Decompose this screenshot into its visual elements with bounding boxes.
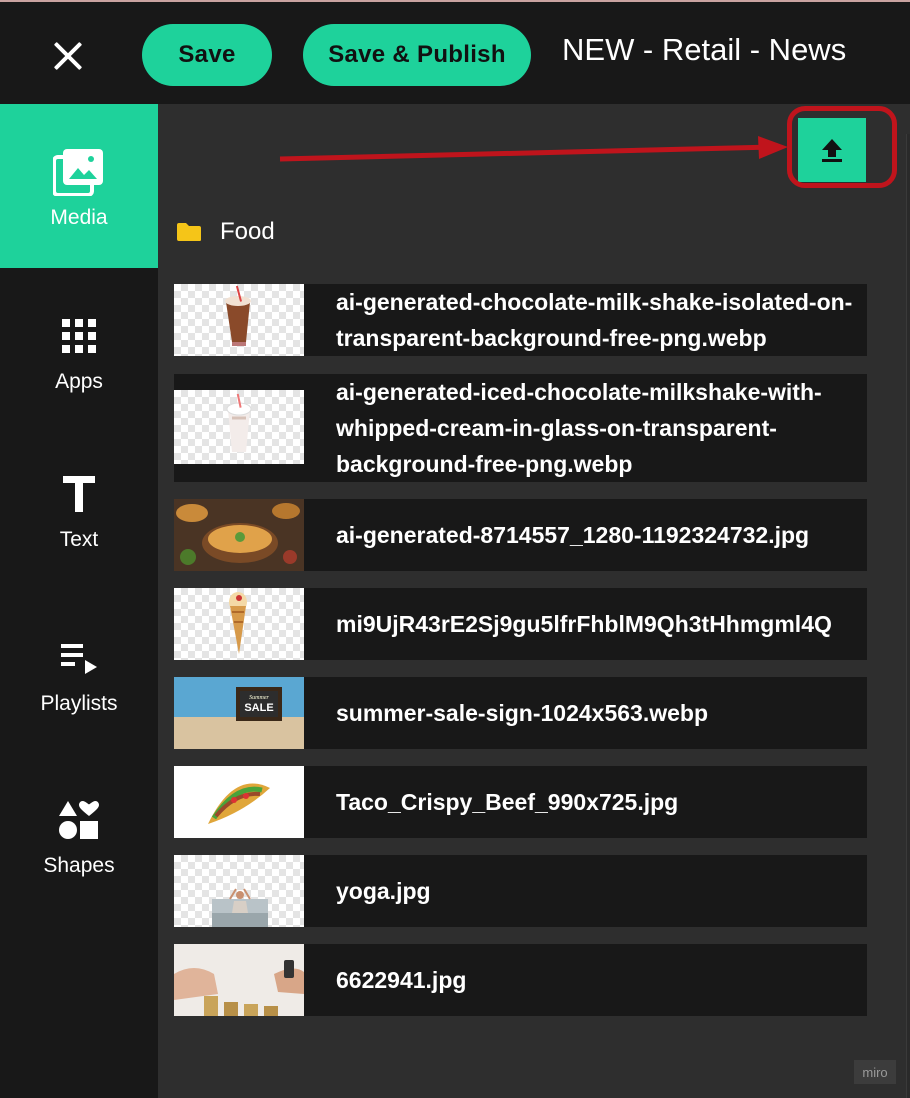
annotation-highlight — [787, 106, 897, 188]
file-thumbnail — [174, 499, 304, 571]
sidebar: Media Apps Text Playlists Shapes — [0, 104, 158, 1098]
folder-breadcrumb[interactable]: Food — [176, 214, 275, 250]
sidebar-item-label: Media — [50, 206, 108, 229]
save-publish-button[interactable]: Save & Publish — [303, 24, 531, 86]
svg-text:SALE: SALE — [244, 702, 273, 714]
document-title: NEW - Retail - News — [562, 32, 847, 67]
sidebar-item-label: Apps — [55, 370, 103, 393]
annotation-arrow — [279, 136, 788, 162]
shapes-icon — [53, 796, 105, 844]
save-button[interactable]: Save — [142, 24, 272, 86]
list-item[interactable]: 6622941.jpg — [174, 944, 867, 1016]
file-thumbnail: SALE Summer — [174, 677, 304, 749]
file-name: yoga.jpg — [336, 878, 431, 904]
list-item[interactable]: ai-generated-chocolate-milk-shake-isolat… — [174, 284, 867, 356]
text-icon — [53, 470, 105, 518]
file-name: ai-generated-iced-chocolate-milkshake-wi… — [336, 379, 822, 477]
panel-scrollbar[interactable] — [906, 134, 910, 1098]
file-name: summer-sale-sign-1024x563.webp — [336, 700, 709, 726]
sidebar-item-apps[interactable]: Apps — [0, 268, 158, 432]
file-name: mi9UjR43rE2Sj9gu5lfrFhblM9Qh3tHhmgml4Q — [336, 611, 832, 637]
file-name: ai-generated-8714557_1280-1192324732.jpg — [336, 522, 810, 548]
file-thumbnail — [174, 284, 304, 356]
folder-icon — [177, 223, 201, 241]
file-name: ai-generated-chocolate-milk-shake-isolat… — [336, 289, 853, 351]
sidebar-item-label: Playlists — [40, 692, 118, 715]
close-icon[interactable] — [48, 36, 88, 76]
file-thumbnail — [174, 766, 304, 838]
miro-watermark: miro — [854, 1060, 896, 1084]
sidebar-item-shapes[interactable]: Shapes — [0, 760, 158, 924]
top-bar: Save Save & Publish NEW - Retail - News — [0, 0, 910, 104]
list-item[interactable]: yoga.jpg — [174, 855, 867, 927]
file-thumbnail — [174, 588, 304, 660]
list-item[interactable]: ai-generated-iced-chocolate-milkshake-wi… — [174, 374, 867, 482]
file-thumbnail — [174, 855, 304, 927]
file-thumbnail — [174, 390, 304, 464]
apps-grid-icon — [53, 312, 105, 360]
file-name: 6622941.jpg — [336, 967, 467, 993]
sidebar-item-playlists[interactable]: Playlists — [0, 596, 158, 760]
list-item[interactable]: ai-generated-8714557_1280-1192324732.jpg — [174, 499, 867, 571]
sidebar-item-label: Text — [59, 528, 99, 551]
svg-text:Summer: Summer — [249, 695, 269, 701]
list-item[interactable]: mi9UjR43rE2Sj9gu5lfrFhblM9Qh3tHhmgml4Q — [174, 588, 867, 660]
sidebar-item-text[interactable]: Text — [0, 432, 158, 596]
sidebar-item-label: Shapes — [43, 854, 115, 877]
sidebar-item-media[interactable]: Media — [0, 104, 158, 268]
list-item[interactable]: SALE Summer summer-sale-sign-1024x563.we… — [174, 677, 867, 749]
file-thumbnail — [174, 944, 304, 1016]
list-item[interactable]: Taco_Crispy_Beef_990x725.jpg — [174, 766, 867, 838]
folder-label: Food — [220, 218, 275, 245]
playlist-icon — [53, 634, 105, 682]
file-name: Taco_Crispy_Beef_990x725.jpg — [336, 789, 679, 815]
media-icon — [53, 148, 105, 196]
